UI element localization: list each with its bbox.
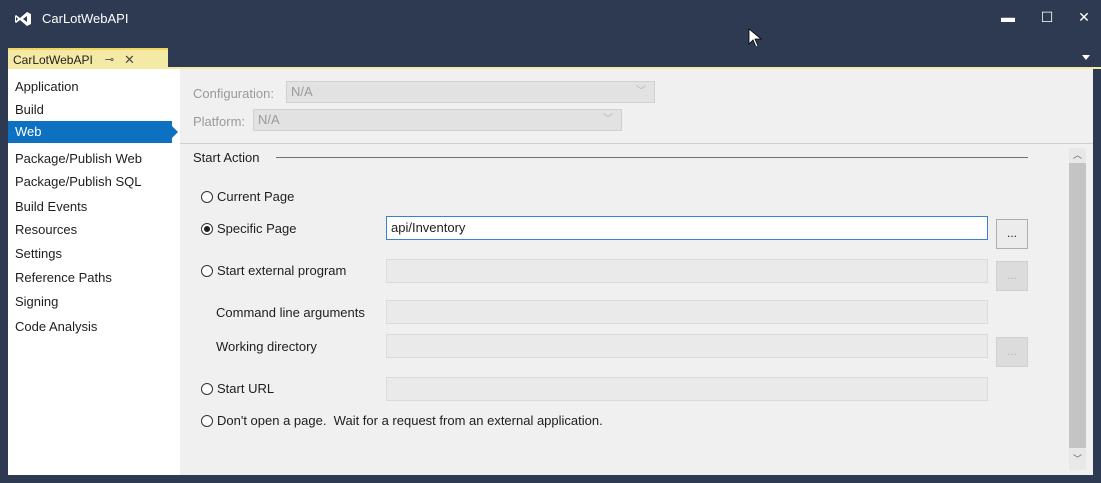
divider — [180, 143, 1093, 144]
radio-button-selected[interactable] — [201, 222, 213, 235]
external-program-input — [386, 259, 988, 283]
sidebar-item-build[interactable]: Build — [8, 99, 172, 121]
tab-label: CarLotWebAPI — [13, 52, 93, 67]
scrollbar-thumb[interactable] — [1069, 163, 1086, 448]
maximize-button[interactable]: ☐ — [1032, 6, 1062, 28]
browse-specific-page-button[interactable]: ... — [996, 219, 1028, 249]
sidebar-item-web[interactable]: Web — [8, 121, 172, 143]
app-window: CarLotWebAPI ▬ ☐ ✕ CarLotWebAPI ⊸ ✕ Appl… — [0, 0, 1101, 483]
browse-working-directory-button: ... — [996, 337, 1028, 367]
radio-label: Don't open a page. Wait for a request fr… — [217, 413, 603, 428]
sidebar-item-application[interactable]: Application — [8, 76, 172, 98]
scroll-down-icon[interactable]: ﹀ — [1069, 452, 1086, 466]
radio-button[interactable] — [201, 264, 213, 277]
sidebar-item-code-analysis[interactable]: Code Analysis — [8, 316, 172, 338]
sidebar-item-build-events[interactable]: Build Events — [8, 196, 172, 218]
command-line-arguments-input — [386, 300, 988, 324]
sidebar-item-package-publish-web[interactable]: Package/Publish Web — [8, 148, 172, 170]
chevron-down-icon: ﹀ — [636, 86, 646, 97]
specific-page-input[interactable]: api/Inventory — [386, 216, 988, 240]
radio-current-page[interactable]: Current Page — [201, 189, 294, 204]
window-border-right — [1093, 69, 1101, 483]
close-icon[interactable]: ✕ — [124, 52, 135, 68]
radio-specific-page[interactable]: Specific Page — [201, 221, 297, 236]
configuration-value: N/A — [291, 84, 313, 99]
command-line-arguments-label: Command line arguments — [216, 305, 365, 320]
platform-label: Platform: — [193, 114, 246, 129]
radio-button[interactable] — [201, 190, 213, 203]
sidebar-item-signing[interactable]: Signing — [8, 291, 172, 313]
tab-carlotwebapi[interactable]: CarLotWebAPI ⊸ ✕ — [8, 48, 168, 69]
working-directory-input — [386, 334, 988, 358]
window-title: CarLotWebAPI — [42, 11, 129, 26]
radio-dont-open-page[interactable]: Don't open a page. Wait for a request fr… — [201, 413, 603, 428]
radio-button[interactable] — [201, 414, 213, 427]
radio-label: Start URL — [217, 381, 275, 396]
section-divider — [276, 157, 1028, 158]
visual-studio-logo-icon — [15, 12, 31, 26]
scroll-up-icon[interactable]: ︿ — [1069, 148, 1086, 162]
start-url-input — [386, 377, 988, 401]
radio-start-url[interactable]: Start URL — [201, 381, 274, 396]
sidebar-item-settings[interactable]: Settings — [8, 243, 172, 265]
radio-label: Current Page — [217, 189, 295, 204]
platform-dropdown: N/A ﹀ — [253, 109, 622, 131]
start-action-heading: Start Action — [193, 150, 260, 165]
chevron-down-icon: ﹀ — [603, 114, 613, 125]
specific-page-value: api/Inventory — [391, 220, 466, 235]
working-directory-label: Working directory — [216, 339, 317, 354]
configuration-dropdown: N/A ﹀ — [286, 81, 655, 103]
radio-label: Start external program — [217, 263, 347, 278]
selection-arrow-icon — [172, 126, 178, 138]
radio-label: Specific Page — [217, 221, 297, 236]
radio-button[interactable] — [201, 382, 213, 395]
minimize-button[interactable]: ▬ — [993, 6, 1023, 28]
sidebar-item-package-publish-sql[interactable]: Package/Publish SQL — [8, 171, 172, 193]
sidebar-item-resources[interactable]: Resources — [8, 219, 172, 241]
document-tab-strip: CarLotWebAPI ⊸ ✕ — [0, 46, 1101, 69]
mouse-cursor-icon — [748, 28, 763, 48]
pin-icon[interactable]: ⊸ — [105, 53, 114, 66]
platform-value: N/A — [258, 112, 280, 127]
radio-start-external-program[interactable]: Start external program — [201, 263, 346, 278]
configuration-label: Configuration: — [193, 86, 274, 101]
window-border-bottom — [0, 475, 1101, 483]
sidebar-item-reference-paths[interactable]: Reference Paths — [8, 267, 172, 289]
title-bar: CarLotWebAPI ▬ ☐ ✕ — [0, 0, 1101, 48]
browse-external-program-button: ... — [996, 261, 1028, 291]
close-window-button[interactable]: ✕ — [1069, 6, 1099, 28]
chevron-down-icon[interactable] — [1082, 55, 1090, 60]
